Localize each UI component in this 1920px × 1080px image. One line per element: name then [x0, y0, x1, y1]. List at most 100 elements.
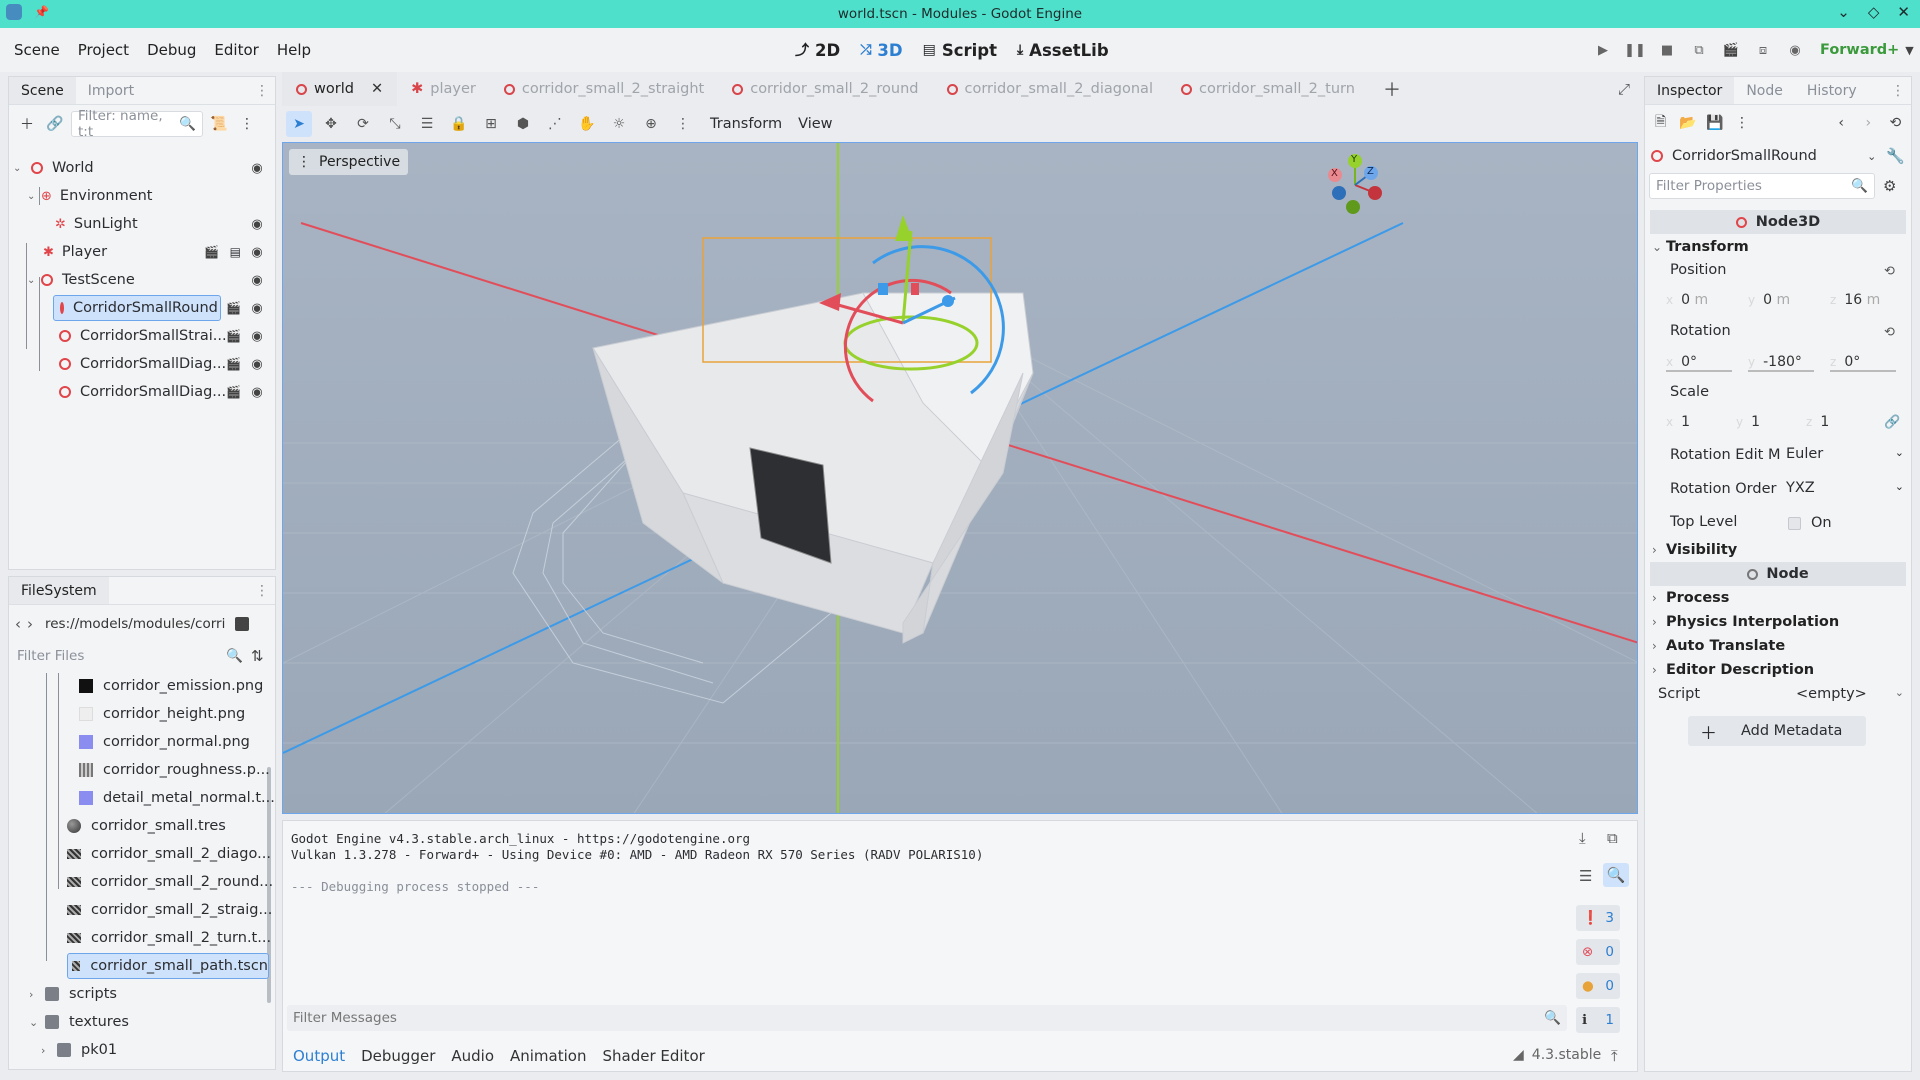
- scene-tab-player[interactable]: ✱ player: [397, 72, 490, 106]
- dock-menu-icon[interactable]: ⋮: [255, 583, 269, 599]
- scale-tool-icon[interactable]: ⤡: [382, 111, 408, 137]
- tab-audio[interactable]: Audio: [443, 1047, 502, 1065]
- menu-debug[interactable]: Debug: [138, 41, 205, 59]
- file-item[interactable]: corridor_small_2_round...: [67, 869, 273, 895]
- tree-node-player[interactable]: ✱ Player 🎬 ▤ ◉: [43, 239, 275, 265]
- tab-filesystem[interactable]: FileSystem: [9, 577, 109, 604]
- search-toggle-icon[interactable]: 🔍: [1603, 863, 1629, 887]
- distraction-free-icon[interactable]: ⤢: [1618, 80, 1630, 98]
- forward-icon[interactable]: ›: [27, 615, 33, 633]
- viewport-menu-icon[interactable]: ⋮: [670, 111, 696, 137]
- file-item-selected[interactable]: corridor_small_path.tscn: [67, 953, 269, 979]
- object-history-icon[interactable]: ⟲: [1884, 111, 1907, 135]
- script-attached-icon[interactable]: ▤: [230, 245, 241, 259]
- info-filter-button[interactable]: ℹ1: [1576, 1007, 1620, 1033]
- visibility-eye-icon[interactable]: ◉: [249, 216, 265, 232]
- workspace-2d-button[interactable]: ⤴ 2D: [785, 40, 850, 60]
- reset-rotation-icon[interactable]: ⟲: [1884, 325, 1895, 340]
- tree-node-environment[interactable]: ⌄ ⊕ Environment: [27, 183, 275, 209]
- tree-node-world[interactable]: ⌄ World ◉: [13, 155, 275, 181]
- tree-node-sunlight[interactable]: ✲ SunLight ◉: [55, 211, 275, 237]
- filter-properties-input[interactable]: Filter Properties 🔍: [1649, 173, 1875, 199]
- pin-icon[interactable]: 📌: [34, 5, 49, 19]
- rotation-order-select[interactable]: YXZ ⌄: [1786, 480, 1904, 496]
- copy-output-icon[interactable]: ⧉: [1607, 829, 1618, 847]
- menu-editor[interactable]: Editor: [205, 41, 267, 59]
- file-item[interactable]: corridor_roughness.p...: [79, 757, 270, 783]
- folder-item[interactable]: ⌄ textures: [29, 1009, 129, 1035]
- scene-filter-input[interactable]: Filter: name, t:t 🔍: [71, 108, 203, 140]
- rotation-y-field[interactable]: y -180°: [1748, 354, 1814, 372]
- visibility-eye-icon[interactable]: ◉: [249, 272, 265, 288]
- file-item[interactable]: corridor_small_2_turn.t...: [67, 925, 271, 951]
- tree-node-corridorsmallround[interactable]: CorridorSmallRound 🎬 ◉: [53, 295, 275, 321]
- scene-tab-straight[interactable]: corridor_small_2_straight: [490, 72, 718, 106]
- preview-sun-icon[interactable]: ☼: [606, 111, 632, 137]
- select-tool-icon[interactable]: ➤: [286, 111, 312, 137]
- file-item[interactable]: corridor_small.tres: [67, 813, 226, 839]
- pause-icon[interactable]: ❚❚: [1622, 37, 1648, 63]
- tab-inspector[interactable]: Inspector: [1645, 77, 1735, 104]
- file-filter-input[interactable]: Filter Files 🔍: [15, 643, 245, 669]
- property-options-icon[interactable]: ⚙: [1883, 177, 1896, 195]
- play-scene-icon[interactable]: 🎬: [1718, 37, 1744, 63]
- expand-panel-icon[interactable]: ⤒: [1611, 1047, 1618, 1065]
- script-value-select[interactable]: <empty> ⌄: [1796, 686, 1904, 702]
- stop-icon[interactable]: ■: [1654, 37, 1680, 63]
- tree-node-testscene[interactable]: ⌄ TestScene ◉: [27, 267, 275, 293]
- tab-scene[interactable]: Scene: [9, 77, 76, 104]
- section-visibility[interactable]: › Visibility: [1652, 538, 1908, 562]
- tab-debugger[interactable]: Debugger: [353, 1047, 443, 1065]
- visibility-eye-icon[interactable]: ◉: [249, 356, 265, 372]
- position-z-field[interactable]: z 16 m: [1830, 292, 1900, 308]
- back-icon[interactable]: ‹: [15, 615, 21, 633]
- snap-icon[interactable]: ⋰: [542, 111, 568, 137]
- movie-maker-icon[interactable]: ◉: [1782, 37, 1808, 63]
- folder-item[interactable]: › pk01: [41, 1037, 117, 1063]
- history-back-icon[interactable]: ‹: [1830, 111, 1853, 135]
- open-scene-icon[interactable]: 🎬: [204, 245, 219, 259]
- chevron-down-icon[interactable]: ⌄: [1867, 150, 1876, 163]
- workspace-script-button[interactable]: ▤ Script: [913, 41, 1007, 60]
- workspace-3d-button[interactable]: ⤮ 3D: [850, 41, 912, 60]
- position-y-field[interactable]: y0 m: [1748, 292, 1818, 308]
- collapse-icon[interactable]: ☰: [1579, 867, 1592, 885]
- rotation-edit-mode-select[interactable]: Euler ⌄: [1786, 446, 1904, 462]
- preview-environment-icon[interactable]: ⊕: [638, 111, 664, 137]
- scene-tab-world[interactable]: world ✕: [282, 72, 398, 106]
- visibility-eye-icon[interactable]: ◉: [249, 300, 265, 316]
- scale-x-field[interactable]: x1: [1666, 414, 1726, 430]
- visibility-eye-icon[interactable]: ◉: [249, 244, 265, 260]
- scale-y-field[interactable]: y1: [1736, 414, 1796, 430]
- maximize-icon[interactable]: ◇: [1868, 3, 1880, 21]
- tree-node-corridorsmallstraight[interactable]: CorridorSmallStrai... 🎬 ◉: [59, 323, 275, 349]
- tab-animation[interactable]: Animation: [502, 1047, 594, 1065]
- remote-debug-icon[interactable]: ⧉: [1686, 37, 1712, 63]
- scene-menu-icon[interactable]: ⋮: [235, 112, 259, 136]
- new-resource-icon[interactable]: 🗎: [1649, 111, 1672, 135]
- clear-output-icon[interactable]: ⤓: [1579, 829, 1586, 847]
- renderer-select[interactable]: Forward+ ▼: [1820, 42, 1914, 58]
- add-metadata-button[interactable]: ＋ Add Metadata: [1688, 716, 1866, 746]
- section-auto-translate[interactable]: › Auto Translate: [1652, 634, 1908, 658]
- lock-icon[interactable]: 🔒: [446, 111, 472, 137]
- open-scene-icon[interactable]: 🎬: [226, 357, 241, 371]
- output-log[interactable]: Godot Engine v4.3.stable.arch_linux - ht…: [291, 831, 1571, 1001]
- file-item[interactable]: corridor_normal.png: [79, 729, 250, 755]
- open-scene-icon[interactable]: 🎬: [226, 329, 241, 343]
- play-custom-scene-icon[interactable]: ⧈: [1750, 37, 1776, 63]
- menu-help[interactable]: Help: [268, 41, 320, 59]
- inspected-object-select[interactable]: CorridorSmallRound: [1672, 148, 1817, 164]
- tab-output[interactable]: Output: [285, 1047, 353, 1065]
- scene-tab-round[interactable]: corridor_small_2_round: [718, 72, 932, 106]
- dock-menu-icon[interactable]: ⋮: [255, 83, 269, 99]
- object-properties-icon[interactable]: 🔧: [1886, 147, 1905, 165]
- errors-filter-button[interactable]: ⊗ 0: [1576, 939, 1620, 965]
- add-node-icon[interactable]: ＋: [15, 112, 39, 136]
- move-tool-icon[interactable]: ✥: [318, 111, 344, 137]
- rotation-z-field[interactable]: z 0°: [1830, 354, 1896, 372]
- tab-node[interactable]: Node: [1734, 83, 1795, 99]
- messages-filter-button[interactable]: ❗ 3: [1576, 905, 1620, 931]
- axis-orientation-gizmo[interactable]: Y X Z: [1323, 153, 1387, 217]
- close-tab-icon[interactable]: ✕: [371, 81, 383, 97]
